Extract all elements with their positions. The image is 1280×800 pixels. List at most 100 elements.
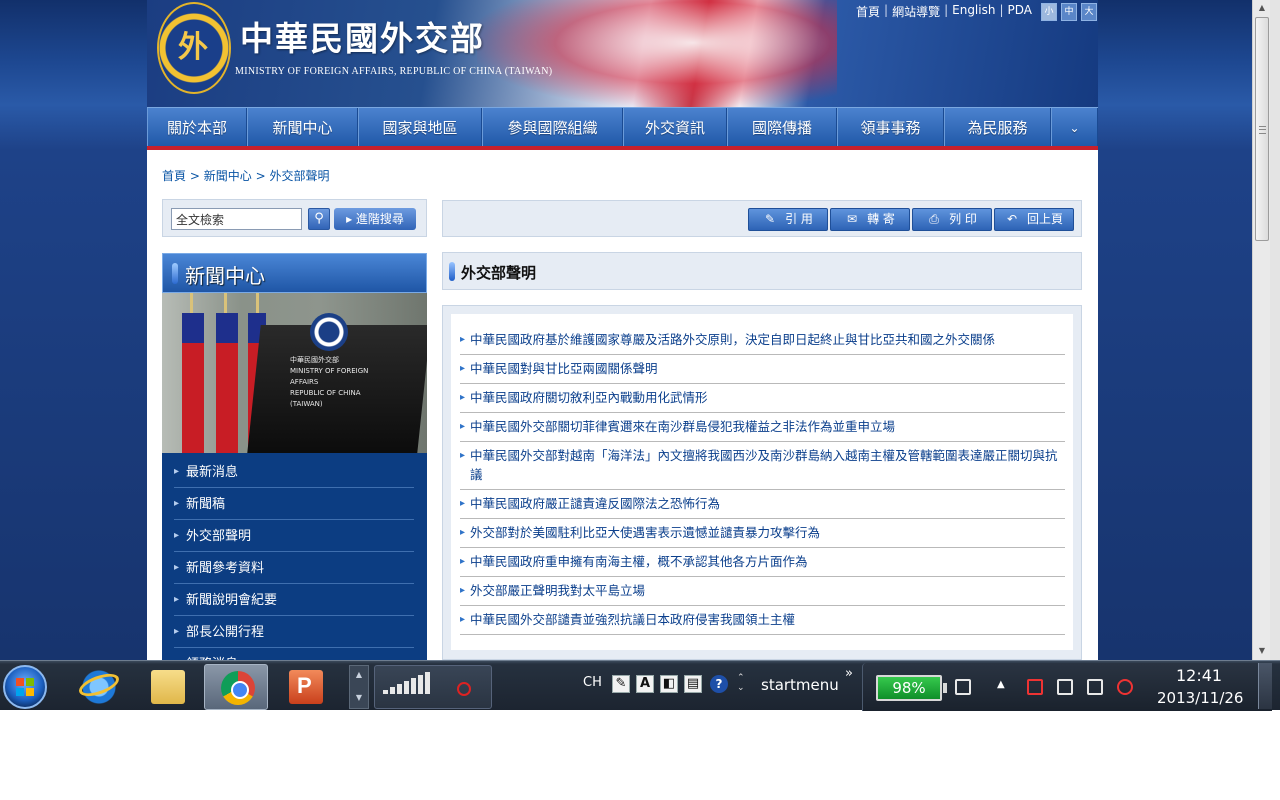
- nav-item-countries-regions[interactable]: 國家與地區: [358, 108, 482, 148]
- nav-item-news-center[interactable]: 新聞中心: [247, 108, 358, 148]
- print-button[interactable]: ⎙ 列 印: [912, 208, 992, 231]
- sidebar: 新聞中心 中華民國外交部 MINISTRY OF FOREIGN AFFAIRS…: [162, 253, 427, 660]
- toolbar-overflow-icon[interactable]: »: [845, 666, 853, 681]
- taskbar-file-explorer[interactable]: [135, 664, 199, 710]
- ime-mode-icon[interactable]: A: [636, 675, 654, 693]
- news-item[interactable]: 中華民國外交部關切菲律賓邇來在南沙群島侵犯我權益之非法作為並重申立場: [460, 413, 1065, 442]
- cite-button[interactable]: ✎ 引 用: [748, 208, 828, 231]
- powerpoint-icon: [289, 670, 323, 704]
- network-icon[interactable]: [1087, 679, 1103, 695]
- ime-halfwidth-icon[interactable]: ◧: [660, 675, 678, 693]
- show-hidden-icons-icon[interactable]: ▲: [997, 679, 1005, 690]
- clock-date[interactable]: 2013/11/26: [1157, 689, 1243, 707]
- news-item[interactable]: 中華民國政府嚴正譴責違反國際法之恐怖行為: [460, 490, 1065, 519]
- vertical-scrollbar[interactable]: ▲ ▼: [1252, 0, 1270, 660]
- grip-icon: [1259, 126, 1266, 134]
- news-item[interactable]: 中華民國外交部譴責並強烈抗議日本政府侵害我國領土主權: [460, 606, 1065, 635]
- sidebar-item-press-releases[interactable]: 新聞稿: [174, 487, 414, 520]
- battery-meter[interactable]: 98%: [876, 675, 942, 701]
- nav-item-international-media[interactable]: 國際傳播: [727, 108, 837, 148]
- news-list: 中華民國政府基於維護國家尊嚴及活路外交原則，決定自即日起終止與甘比亞共和國之外交…: [460, 326, 1065, 635]
- nav-item-foreign-affairs-info[interactable]: 外交資訊: [623, 108, 727, 148]
- network-gadget[interactable]: [374, 665, 492, 709]
- taskbar-internet-explorer[interactable]: [66, 664, 130, 710]
- page: 外 中華民國外交部 MINISTRY OF FOREIGN AFFAIRS, R…: [147, 0, 1098, 660]
- font-size-medium-button[interactable]: 中: [1061, 3, 1077, 21]
- news-item[interactable]: 外交部嚴正聲明我對太平島立場: [460, 577, 1065, 606]
- breadcrumb-news-center[interactable]: 新聞中心: [204, 169, 252, 183]
- ime-keyboard-icon[interactable]: ▤: [684, 675, 702, 693]
- nav-item-international-orgs[interactable]: 參與國際組織: [482, 108, 623, 148]
- top-link-sitemap[interactable]: 網站導覽: [892, 3, 940, 20]
- signal-bar-icon: [397, 684, 402, 694]
- top-link-home[interactable]: 首頁: [856, 3, 880, 20]
- search-input[interactable]: [171, 208, 302, 230]
- help-icon[interactable]: ?: [710, 675, 728, 693]
- sidebar-item-news-references[interactable]: 新聞參考資料: [174, 551, 414, 584]
- top-link-separator: |: [999, 3, 1004, 17]
- breadcrumb-current[interactable]: 外交部聲明: [269, 169, 329, 183]
- quote-icon: ✎: [765, 212, 776, 226]
- chevron-down-icon[interactable]: ▼: [350, 693, 368, 702]
- mail-icon: ✉: [847, 212, 858, 226]
- section-heading: 外交部聲明: [442, 252, 1082, 290]
- show-desktop-button[interactable]: [1258, 663, 1272, 709]
- signal-bar-icon: [390, 687, 395, 694]
- sidebar-item-consular-news[interactable]: 領務消息: [174, 647, 414, 660]
- advanced-search-button[interactable]: ▸ 進階搜尋: [334, 208, 416, 230]
- news-item[interactable]: 中華民國政府關切敘利亞內戰動用化武情形: [460, 384, 1065, 413]
- podium-caption-line: MINISTRY OF FOREIGN AFFAIRS: [290, 367, 369, 386]
- ime-language-indicator[interactable]: CH: [583, 675, 602, 690]
- ime-tool-icon[interactable]: ✎: [612, 675, 630, 693]
- top-link-pda[interactable]: PDA: [1008, 3, 1032, 20]
- news-list-panel: 中華民國政府基於維護國家尊嚴及活路外交原則，決定自即日起終止與甘比亞共和國之外交…: [442, 305, 1082, 660]
- sidebar-item-latest-news[interactable]: 最新消息: [174, 455, 414, 488]
- top-link-separator: |: [884, 3, 889, 17]
- top-link-english[interactable]: English: [952, 3, 995, 20]
- scrollbar-thumb[interactable]: [1255, 17, 1269, 241]
- emblem-glyph: 外: [178, 30, 208, 65]
- font-size-small-button[interactable]: 小: [1041, 3, 1057, 21]
- site-title[interactable]: 中華民國外交部: [240, 12, 485, 60]
- news-item[interactable]: 中華民國外交部對越南「海洋法」內文擅將我國西沙及南沙群島納入越南主權及管轄範圍表…: [460, 442, 1065, 490]
- podium-caption: 中華民國外交部 MINISTRY OF FOREIGN AFFAIRS REPU…: [290, 355, 374, 410]
- magnifier-icon[interactable]: ⚲: [308, 208, 330, 230]
- flag-image: [182, 313, 204, 453]
- sidebar-item-minister-schedule[interactable]: 部長公開行程: [174, 615, 414, 648]
- sidebar-item-briefing-records[interactable]: 新聞說明會紀要: [174, 583, 414, 616]
- nav-item-about[interactable]: 關於本部: [147, 108, 247, 148]
- clock-time[interactable]: 12:41: [1176, 666, 1222, 685]
- taskbar-chrome[interactable]: [204, 664, 268, 710]
- double-chevron-down-icon[interactable]: ⌄: [1051, 108, 1098, 148]
- start-button[interactable]: [3, 665, 47, 709]
- taskbar-powerpoint[interactable]: [273, 664, 337, 710]
- power-plug-icon[interactable]: [955, 679, 971, 695]
- sidebar-menu: 最新消息 新聞稿 外交部聲明 新聞參考資料 新聞說明會紀要 部長公開行程 領務消…: [174, 455, 414, 660]
- font-size-large-button[interactable]: 大: [1081, 3, 1097, 21]
- nav-item-consular-affairs[interactable]: 領事事務: [837, 108, 944, 148]
- breadcrumb: 首頁 > 新聞中心 > 外交部聲明: [162, 167, 329, 184]
- nav-item-public-services[interactable]: 為民服務: [944, 108, 1051, 148]
- news-item[interactable]: 中華民國對與甘比亞兩國關係聲明: [460, 355, 1065, 384]
- chevron-up-icon[interactable]: ▲: [350, 670, 368, 679]
- window-edge: [1270, 0, 1280, 660]
- scroll-up-icon[interactable]: ▲: [1253, 0, 1271, 16]
- news-item[interactable]: 中華民國政府基於維護國家尊嚴及活路外交原則，決定自即日起終止與甘比亞共和國之外交…: [460, 326, 1065, 355]
- action-center-flag-icon[interactable]: [1027, 679, 1043, 695]
- chevron-updown-icon[interactable]: ⌃ ⌄: [737, 673, 745, 693]
- sidebar-item-mofa-statements[interactable]: 外交部聲明: [174, 519, 414, 552]
- power-icon[interactable]: [1057, 679, 1073, 695]
- forward-button[interactable]: ✉ 轉 寄: [830, 208, 910, 231]
- back-button[interactable]: ↶ 回上頁: [994, 208, 1074, 231]
- news-item[interactable]: 中華民國政府重申擁有南海主權，概不承認其他各方片面作為: [460, 548, 1065, 577]
- breadcrumb-home[interactable]: 首頁: [162, 169, 186, 183]
- sidebar-title: 新聞中心: [162, 253, 427, 293]
- flag-banner: [477, 0, 837, 107]
- news-item[interactable]: 外交部對於美國駐利比亞大使遇害表示遺憾並譴責暴力攻擊行為: [460, 519, 1065, 548]
- advanced-search-label: 進階搜尋: [355, 212, 404, 226]
- taskbar-scroll-buttons[interactable]: ▲ ▼: [349, 665, 369, 709]
- startmenu-toolbar[interactable]: startmenu: [761, 676, 839, 694]
- press-room-photo: 中華民國外交部 MINISTRY OF FOREIGN AFFAIRS REPU…: [162, 293, 427, 453]
- scroll-down-icon[interactable]: ▼: [1253, 643, 1271, 659]
- volume-muted-icon[interactable]: [1117, 679, 1133, 695]
